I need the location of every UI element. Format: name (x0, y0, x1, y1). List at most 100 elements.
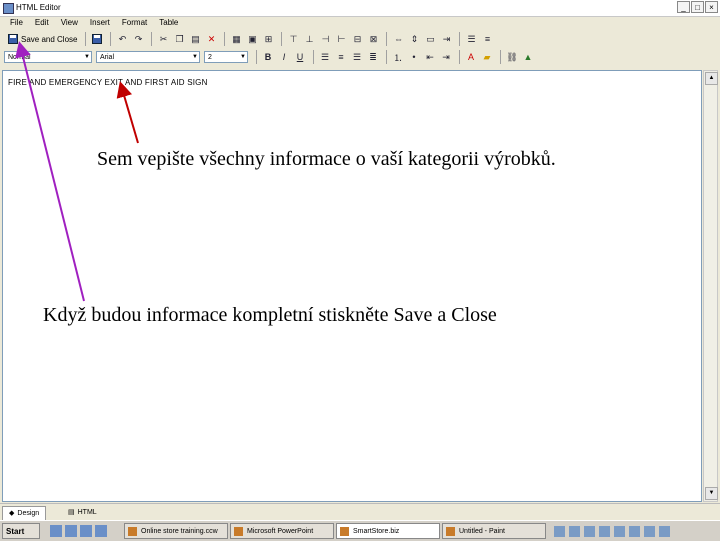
tray-icon[interactable] (614, 525, 625, 537)
increase-indent-icon[interactable]: ⇥ (439, 50, 453, 64)
task-powerpoint[interactable]: Microsoft PowerPoint (230, 523, 334, 539)
insert-row-below-icon[interactable]: ⊥ (302, 32, 316, 46)
editor-area[interactable]: FIRE AND EMERGENCY EXIT AND FIRST AID SI… (2, 70, 702, 502)
menu-insert[interactable]: Insert (84, 16, 116, 30)
tray-icon[interactable] (629, 525, 640, 537)
insert-row-above-icon[interactable]: ⊤ (286, 32, 300, 46)
insert-table-icon[interactable]: ▦ (229, 32, 243, 46)
align-right-icon[interactable]: ☰ (350, 50, 364, 64)
justify-icon[interactable]: ≣ (366, 50, 380, 64)
taskbar: Start Online store training.ccw Microsof… (0, 520, 720, 541)
design-view-icon: ◆ (9, 510, 15, 517)
menu-table[interactable]: Table (153, 16, 184, 30)
align-center-icon[interactable]: ≡ (334, 50, 348, 64)
window-title: HTML Editor (16, 3, 61, 12)
highlight-color-icon[interactable]: ▰ (480, 50, 494, 64)
mail-icon[interactable] (80, 525, 92, 537)
copy-icon[interactable]: ❐ (172, 32, 186, 46)
paste-icon[interactable]: ▤ (188, 32, 202, 46)
task-label: SmartStore.biz (353, 528, 400, 535)
tray-icon[interactable] (599, 525, 610, 537)
underline-icon[interactable]: U (293, 50, 307, 64)
toolbar-separator (313, 50, 314, 64)
show-borders-icon[interactable]: ☰ (464, 32, 478, 46)
tab-design[interactable]: ◆ Design (2, 506, 47, 521)
delete-column-icon[interactable]: ⊠ (366, 32, 380, 46)
chevron-down-icon: ▼ (240, 54, 246, 60)
tray-icon[interactable] (659, 525, 670, 537)
insert-image-icon[interactable]: ▣ (245, 32, 259, 46)
delete-row-icon[interactable]: ⊟ (350, 32, 364, 46)
style-select-value: Normal (8, 54, 31, 61)
save-icon[interactable] (90, 32, 104, 46)
insert-grid-icon[interactable]: ⊞ (261, 32, 275, 46)
table-properties-icon[interactable]: ⇥ (439, 32, 453, 46)
quick-launch (50, 525, 107, 537)
close-button[interactable]: × (705, 1, 718, 13)
menu-edit[interactable]: Edit (29, 16, 55, 30)
tab-html[interactable]: ▤ HTML (62, 506, 103, 519)
font-size-select[interactable]: 2 ▼ (204, 51, 248, 63)
merge-cells-icon[interactable]: ⇔ (391, 32, 405, 46)
delete-icon[interactable]: ✕ (204, 32, 218, 46)
start-button[interactable]: Start (2, 523, 40, 539)
title-bar: HTML Editor _ □ × (0, 0, 720, 17)
scroll-down-icon[interactable]: ▼ (705, 487, 718, 500)
decrease-indent-icon[interactable]: ⇤ (423, 50, 437, 64)
style-select[interactable]: Normal ▼ (4, 51, 92, 63)
hyperlink-icon[interactable]: ⛓ (505, 50, 519, 64)
bulleted-list-icon[interactable]: • (407, 50, 421, 64)
menu-view[interactable]: View (55, 16, 84, 30)
task-online-store-training[interactable]: Online store training.ccw (124, 523, 228, 539)
toolbar-separator (500, 50, 501, 64)
minimize-button[interactable]: _ (677, 1, 690, 13)
document-icon (128, 527, 137, 536)
desktop-icon[interactable] (50, 525, 62, 537)
tray-icon[interactable] (554, 525, 565, 537)
task-paint[interactable]: Untitled - Paint (442, 523, 546, 539)
redo-icon[interactable]: ↷ (131, 32, 145, 46)
split-cells-icon[interactable]: ⇕ (407, 32, 421, 46)
font-size-select-value: 2 (208, 54, 212, 61)
html-view-icon: ▤ (68, 509, 75, 516)
tray-icon[interactable] (569, 525, 580, 537)
cut-icon[interactable]: ✂ (156, 32, 170, 46)
browser-icon[interactable] (65, 525, 77, 537)
media-icon[interactable] (95, 525, 107, 537)
view-tab-bar: ◆ Design ▤ HTML (0, 503, 720, 521)
toolbar-separator (151, 32, 153, 46)
italic-icon[interactable]: I (277, 50, 291, 64)
align-left-icon[interactable]: ☰ (318, 50, 332, 64)
scroll-up-icon[interactable]: ▲ (705, 72, 718, 85)
toolbar-separator (459, 32, 461, 46)
numbered-list-icon[interactable]: ⒈ (391, 50, 405, 64)
menu-file[interactable]: File (4, 16, 29, 30)
toolbar-separator (386, 50, 387, 64)
toolbar-separator (110, 32, 112, 46)
toolbar-separator (224, 32, 226, 46)
font-select[interactable]: Arial ▼ (96, 51, 200, 63)
cell-properties-icon[interactable]: ▭ (423, 32, 437, 46)
window-controls: _ □ × (677, 1, 718, 13)
editor-hint-annotation: Sem vepište všechny informace o vaší kat… (97, 148, 556, 170)
font-select-value: Arial (100, 54, 115, 61)
maximize-button[interactable]: □ (691, 1, 704, 13)
text-color-icon[interactable]: A (464, 50, 478, 64)
insert-column-left-icon[interactable]: ⊣ (318, 32, 332, 46)
undo-icon[interactable]: ↶ (115, 32, 129, 46)
show-details-icon[interactable]: ≡ (480, 32, 494, 46)
chevron-down-icon: ▼ (84, 54, 90, 60)
save-and-close-button[interactable]: Save and Close (4, 32, 81, 46)
vertical-scrollbar[interactable]: ▲ ▼ (703, 70, 718, 502)
insert-picture-icon[interactable]: ▲ (521, 50, 535, 64)
system-tray (550, 523, 718, 539)
tray-icon[interactable] (584, 525, 595, 537)
insert-column-right-icon[interactable]: ⊢ (334, 32, 348, 46)
editor-content: FIRE AND EMERGENCY EXIT AND FIRST AID SI… (8, 78, 208, 87)
menu-format[interactable]: Format (116, 16, 153, 30)
task-smartstore[interactable]: SmartStore.biz (336, 523, 440, 539)
app-icon (3, 3, 14, 14)
bold-icon[interactable]: B (261, 50, 275, 64)
powerpoint-icon (234, 527, 243, 536)
tray-icon[interactable] (644, 525, 655, 537)
